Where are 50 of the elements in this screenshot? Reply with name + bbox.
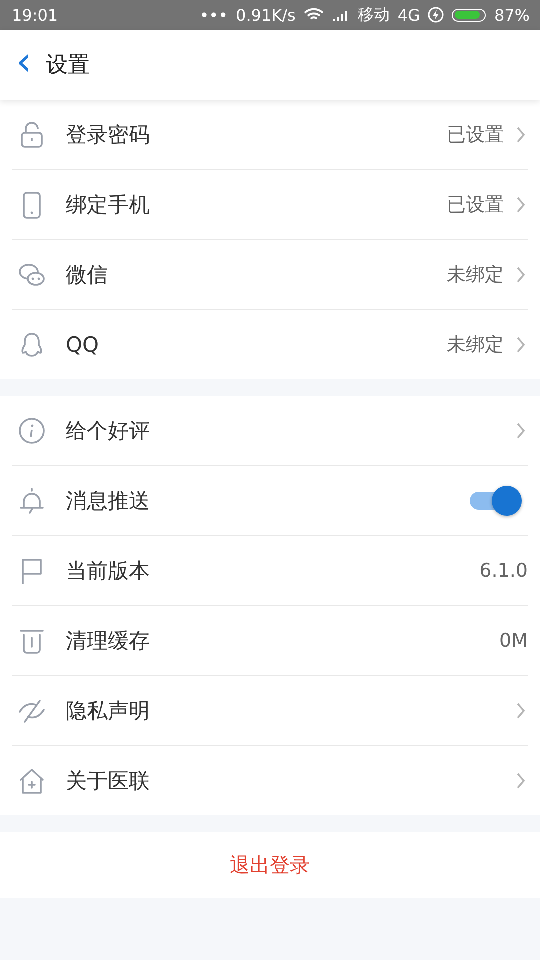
wifi-icon [304, 8, 324, 22]
row-value: 6.1.0 [480, 560, 528, 582]
lock-icon [18, 120, 46, 148]
row-label: 微信 [66, 262, 109, 288]
back-button[interactable]: ‹ [16, 42, 32, 88]
row-value: 0M [500, 630, 528, 652]
settings-row[interactable]: 登录密码 已设置 [12, 100, 528, 170]
signal-icon [332, 9, 350, 21]
info-icon [18, 416, 46, 444]
chevron-icon [516, 702, 526, 720]
chevron-icon [516, 196, 526, 214]
settings-row[interactable]: 给个好评 [12, 396, 528, 466]
charging-icon [428, 7, 444, 23]
carrier: 移动 [358, 4, 390, 26]
chevron-icon [516, 266, 526, 284]
settings-row[interactable]: QQ 未绑定 [12, 310, 528, 379]
page-title: 设置 [46, 52, 90, 80]
row-label: 登录密码 [66, 122, 151, 148]
row-value: 已设置 [447, 122, 504, 148]
row-label: 消息推送 [66, 488, 151, 514]
logout-button[interactable]: 退出登录 [0, 832, 540, 898]
network-speed: 0.91K/s [236, 6, 296, 24]
row-value: 未绑定 [447, 262, 504, 288]
house-plus-icon [18, 766, 46, 794]
chevron-icon [516, 336, 526, 354]
settings-row[interactable]: 清理缓存 0M [12, 606, 528, 676]
network-type: 4G [398, 6, 420, 24]
more-dots: ••• [200, 6, 228, 24]
row-label: QQ [66, 332, 100, 356]
chevron-icon [516, 772, 526, 790]
settings-row[interactable]: 隐私声明 [12, 676, 528, 746]
row-label: 隐私声明 [66, 698, 151, 724]
battery-percent: 87% [494, 6, 530, 24]
row-label: 关于医联 [66, 768, 151, 794]
settings-row[interactable]: 当前版本 6.1.0 [12, 536, 528, 606]
row-value: 未绑定 [447, 332, 504, 358]
row-label: 绑定手机 [66, 192, 151, 218]
battery-icon [452, 8, 486, 22]
settings-row[interactable]: 绑定手机 已设置 [12, 170, 528, 240]
row-label: 当前版本 [66, 558, 151, 584]
settings-row[interactable]: 关于医联 [12, 746, 528, 815]
settings-row[interactable]: 微信 未绑定 [12, 240, 528, 310]
row-label: 给个好评 [66, 418, 151, 444]
bell-icon [18, 486, 46, 514]
time: 19:01 [12, 6, 58, 24]
chevron-icon [516, 422, 526, 440]
settings-row[interactable]: 消息推送 [12, 466, 528, 536]
row-label: 清理缓存 [66, 628, 151, 654]
chevron-icon [516, 126, 526, 144]
row-value: 已设置 [447, 192, 504, 218]
